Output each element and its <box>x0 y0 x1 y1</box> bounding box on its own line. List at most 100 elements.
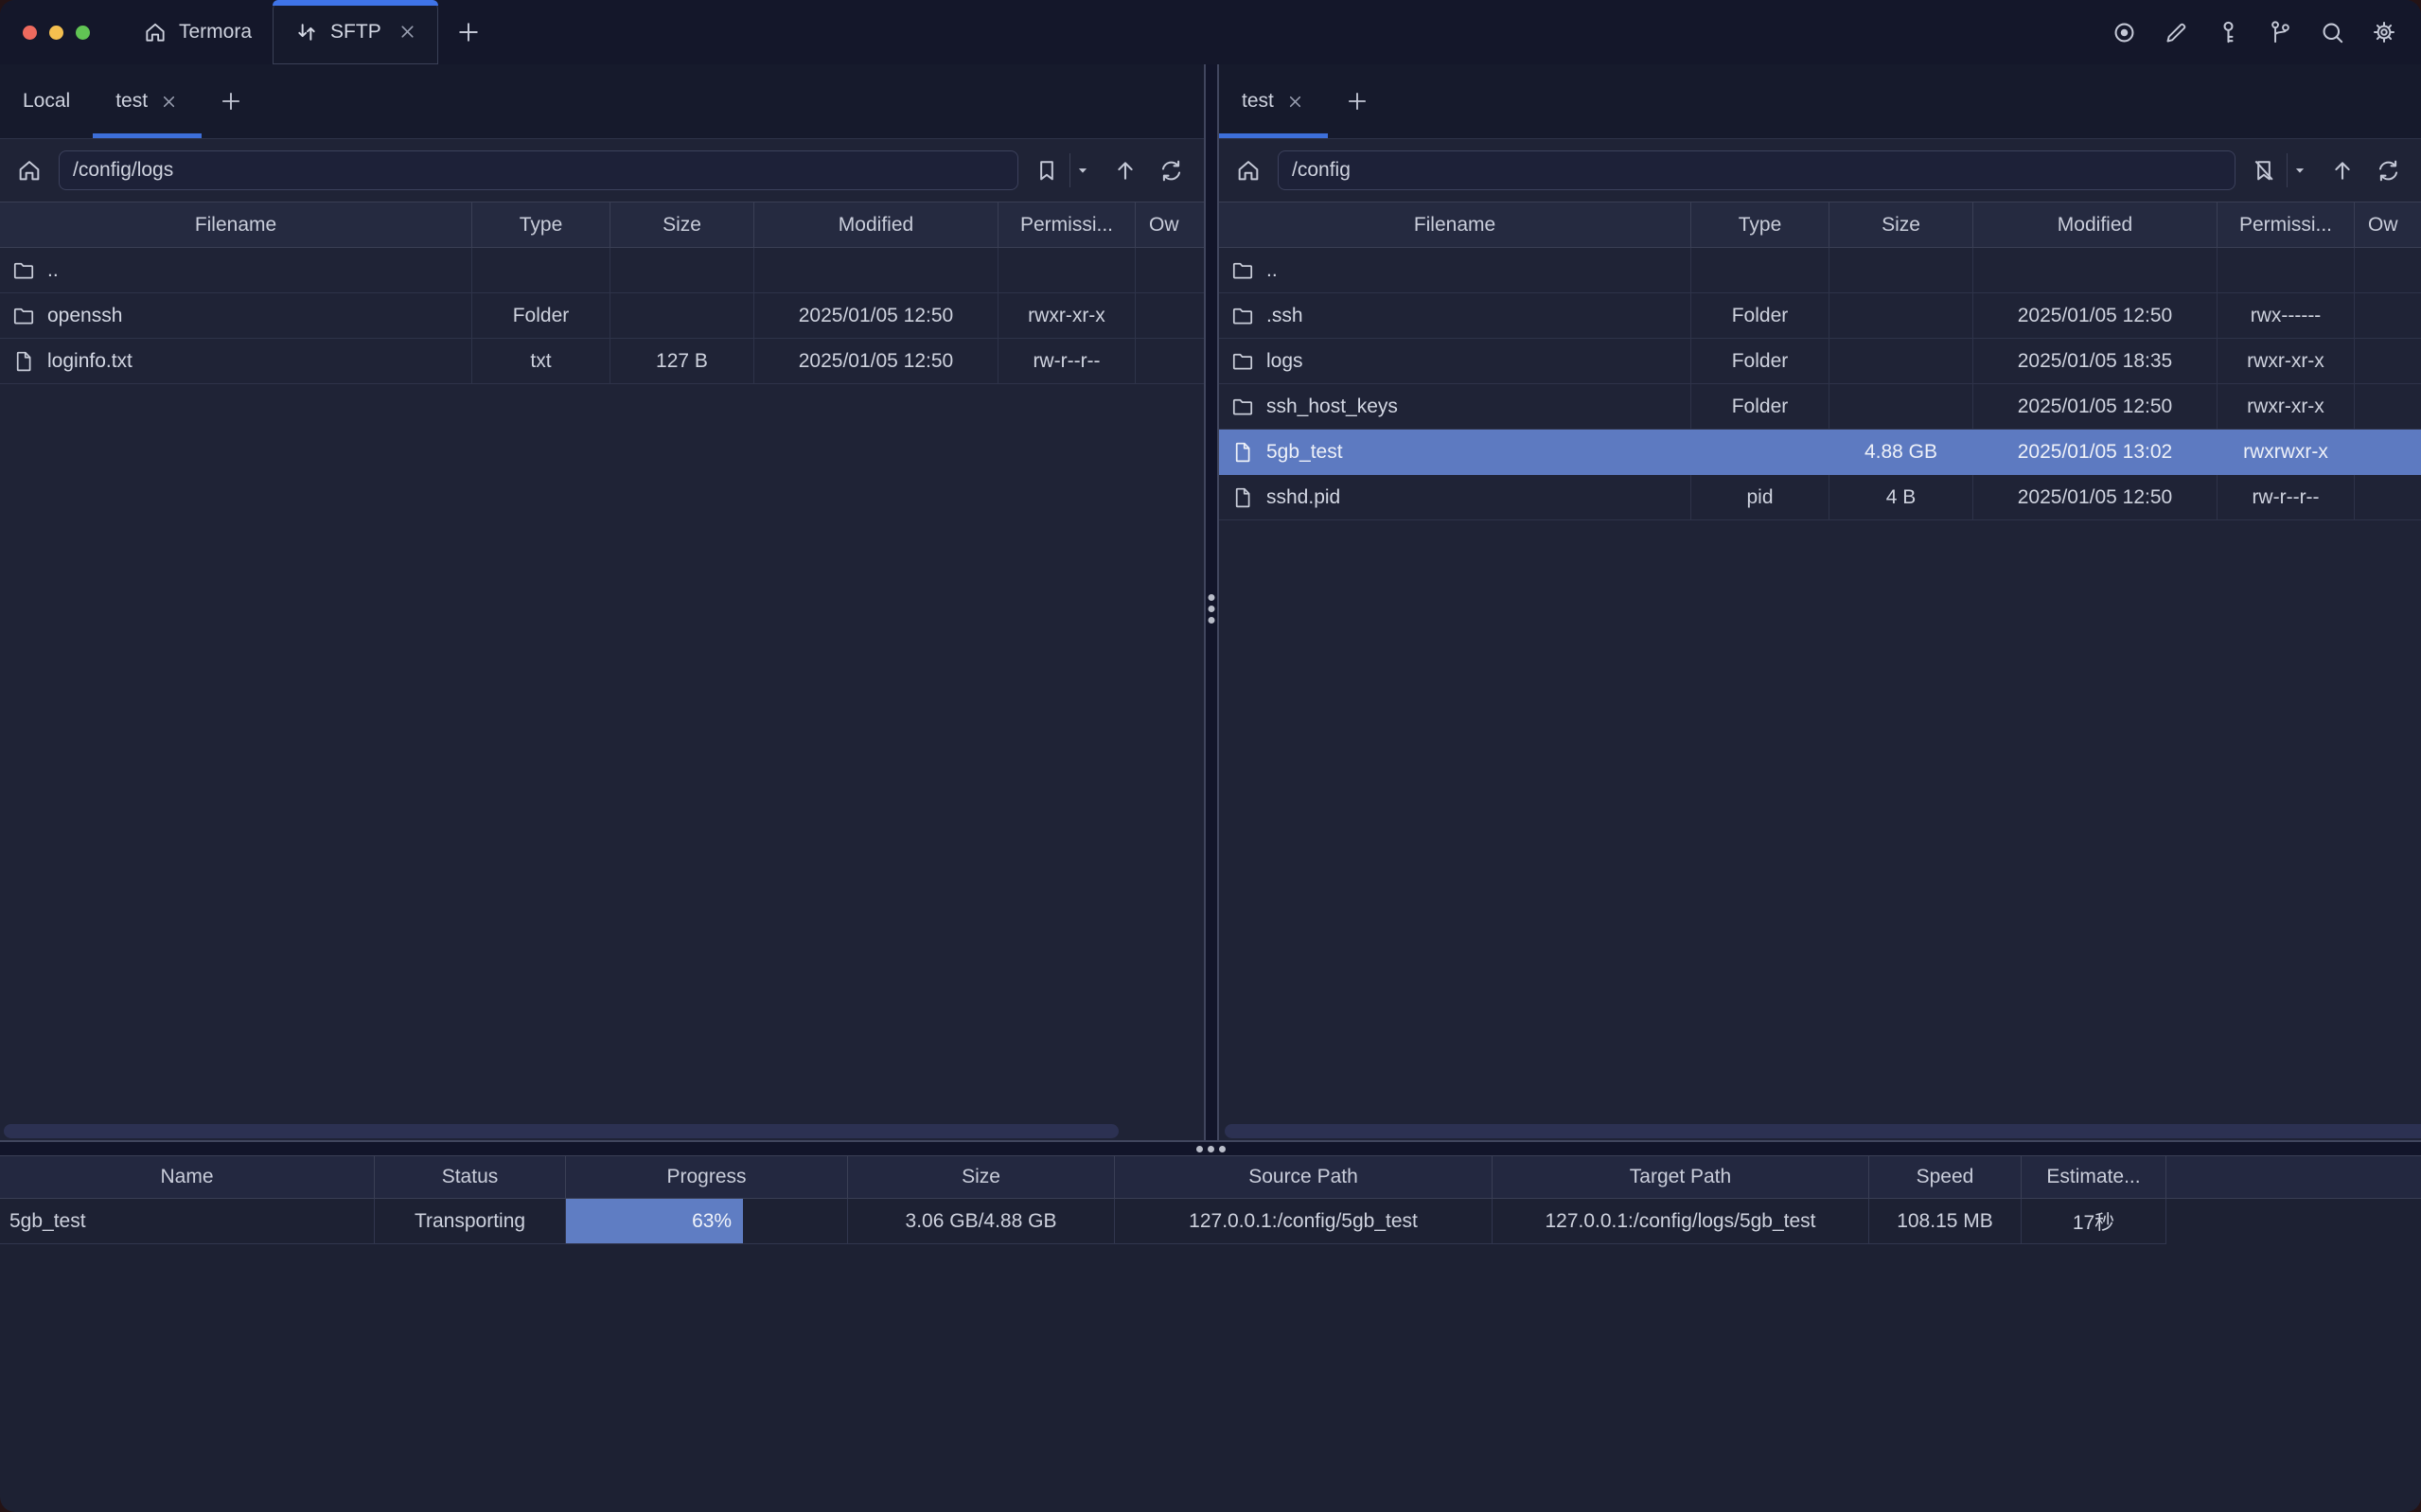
tab-test-left[interactable]: test <box>93 64 202 138</box>
left-path-bar <box>0 139 1204 202</box>
arrow-up-icon <box>1112 157 1139 184</box>
right-parent-dir-button[interactable] <box>2318 153 2367 187</box>
search-button[interactable] <box>2316 16 2348 48</box>
tab-local[interactable]: Local <box>0 64 93 138</box>
column-header-type[interactable]: Type <box>472 202 610 247</box>
filename: sshd.pid <box>1266 486 1340 509</box>
filename: .. <box>47 259 59 282</box>
transfer-row[interactable]: 5gb_test Transporting 63% 3.06 GB/4.88 G… <box>0 1199 2421 1244</box>
new-terminal-tab-button[interactable] <box>438 0 499 64</box>
left-refresh-button[interactable] <box>1150 153 1191 187</box>
file-type <box>472 248 610 293</box>
left-parent-dir-button[interactable] <box>1101 153 1150 187</box>
home-tab[interactable]: Termora <box>111 0 273 64</box>
bottom-splitter[interactable] <box>0 1140 2421 1156</box>
file-permissions: rw-r--r-- <box>998 339 1136 384</box>
chevron-down-icon <box>2291 162 2308 179</box>
filename: 5gb_test <box>1266 441 1343 464</box>
column-header-source-path[interactable]: Source Path <box>1115 1156 1493 1198</box>
keychain-button[interactable] <box>2264 16 2296 48</box>
plus-icon <box>219 89 243 114</box>
column-header-owner[interactable]: Ow <box>1136 202 1204 247</box>
column-header-modified[interactable]: Modified <box>754 202 998 247</box>
record-button[interactable] <box>2108 16 2140 48</box>
edit-button[interactable] <box>2160 16 2192 48</box>
file-icon <box>11 349 36 374</box>
column-header-type[interactable]: Type <box>1691 202 1829 247</box>
record-icon <box>2111 19 2138 46</box>
app-title: Termora <box>179 21 252 44</box>
file-type <box>1691 430 1829 475</box>
column-header-progress[interactable]: Progress <box>566 1156 848 1198</box>
left-bookmark-button[interactable] <box>1028 153 1066 187</box>
right-bookmark-dropdown[interactable] <box>2287 153 2318 187</box>
column-header-size[interactable]: Size <box>848 1156 1115 1198</box>
right-refresh-button[interactable] <box>2367 153 2408 187</box>
right-horizontal-scrollbar[interactable] <box>1225 1124 2421 1138</box>
table-row[interactable]: .ssh Folder 2025/01/05 12:50 rwx------ <box>1219 293 2421 339</box>
column-header-filename[interactable]: Filename <box>0 202 472 247</box>
file-owner <box>2355 475 2421 520</box>
minimize-window-button[interactable] <box>49 26 63 40</box>
pane-splitter[interactable] <box>1204 64 1219 1140</box>
key-icon <box>2215 19 2242 46</box>
titlebar-toolbar <box>2108 0 2421 64</box>
column-header-status[interactable]: Status <box>375 1156 566 1198</box>
keys-button[interactable] <box>2212 16 2244 48</box>
column-header-owner[interactable]: Ow <box>2355 202 2421 247</box>
transfer-estimate: 17秒 <box>2022 1199 2166 1244</box>
table-row[interactable]: .. <box>1219 248 2421 293</box>
file-modified <box>754 248 998 293</box>
left-new-tab-button[interactable] <box>202 64 260 138</box>
file-size: 4.88 GB <box>1829 430 1973 475</box>
table-row[interactable]: loginfo.txt txt 127 B 2025/01/05 12:50 r… <box>0 339 1204 384</box>
table-row[interactable]: .. <box>0 248 1204 293</box>
table-row[interactable]: sshd.pid pid 4 B 2025/01/05 12:50 rw-r--… <box>1219 475 2421 520</box>
app-window: Termora SFTP Local <box>0 0 2421 1512</box>
column-header-filename[interactable]: Filename <box>1219 202 1691 247</box>
tab-test-close-button[interactable] <box>159 92 179 112</box>
zoom-window-button[interactable] <box>76 26 90 40</box>
home-icon <box>143 20 168 44</box>
right-home-button[interactable] <box>1219 157 1278 184</box>
tab-test-right[interactable]: test <box>1219 64 1328 138</box>
filename: openssh <box>47 305 122 327</box>
settings-button[interactable] <box>2368 16 2400 48</box>
file-type: Folder <box>1691 339 1829 384</box>
chevron-down-icon <box>1074 162 1091 179</box>
column-header-target-path[interactable]: Target Path <box>1493 1156 1869 1198</box>
column-header-estimate[interactable]: Estimate... <box>2022 1156 2166 1198</box>
file-modified: 2025/01/05 12:50 <box>754 293 998 339</box>
left-home-button[interactable] <box>0 157 59 184</box>
file-permissions <box>998 248 1136 293</box>
table-row-selected[interactable]: 5gb_test 4.88 GB 2025/01/05 13:02 rwxrwx… <box>1219 430 2421 475</box>
column-header-size[interactable]: Size <box>610 202 754 247</box>
tab-test-close-button[interactable] <box>1285 92 1305 112</box>
plus-icon <box>455 19 482 45</box>
column-header-permissions[interactable]: Permissi... <box>998 202 1136 247</box>
table-row[interactable]: openssh Folder 2025/01/05 12:50 rwxr-xr-… <box>0 293 1204 339</box>
column-header-size[interactable]: Size <box>1829 202 1973 247</box>
right-new-tab-button[interactable] <box>1328 64 1387 138</box>
left-horizontal-scrollbar[interactable] <box>4 1124 1119 1138</box>
column-header-modified[interactable]: Modified <box>1973 202 2218 247</box>
splitter-handle-icon <box>1196 1146 1226 1152</box>
right-path-input[interactable] <box>1278 150 2235 190</box>
file-size: 127 B <box>610 339 754 384</box>
table-row[interactable]: ssh_host_keys Folder 2025/01/05 12:50 rw… <box>1219 384 2421 430</box>
left-path-input[interactable] <box>59 150 1018 190</box>
column-header-permissions[interactable]: Permissi... <box>2218 202 2355 247</box>
column-header-speed[interactable]: Speed <box>1869 1156 2022 1198</box>
close-window-button[interactable] <box>23 26 37 40</box>
sftp-tab-close-button[interactable] <box>397 21 418 43</box>
left-bookmark-dropdown[interactable] <box>1069 153 1101 187</box>
plus-icon <box>1345 89 1370 114</box>
file-type: pid <box>1691 475 1829 520</box>
folder-icon <box>1230 258 1255 283</box>
tab-sftp[interactable]: SFTP <box>273 0 438 64</box>
table-row[interactable]: logs Folder 2025/01/05 18:35 rwxr-xr-x <box>1219 339 2421 384</box>
column-header-name[interactable]: Name <box>0 1156 375 1198</box>
right-bookmark-button[interactable] <box>2245 153 2283 187</box>
folder-icon <box>1230 304 1255 328</box>
file-permissions: rwxr-xr-x <box>2218 339 2355 384</box>
